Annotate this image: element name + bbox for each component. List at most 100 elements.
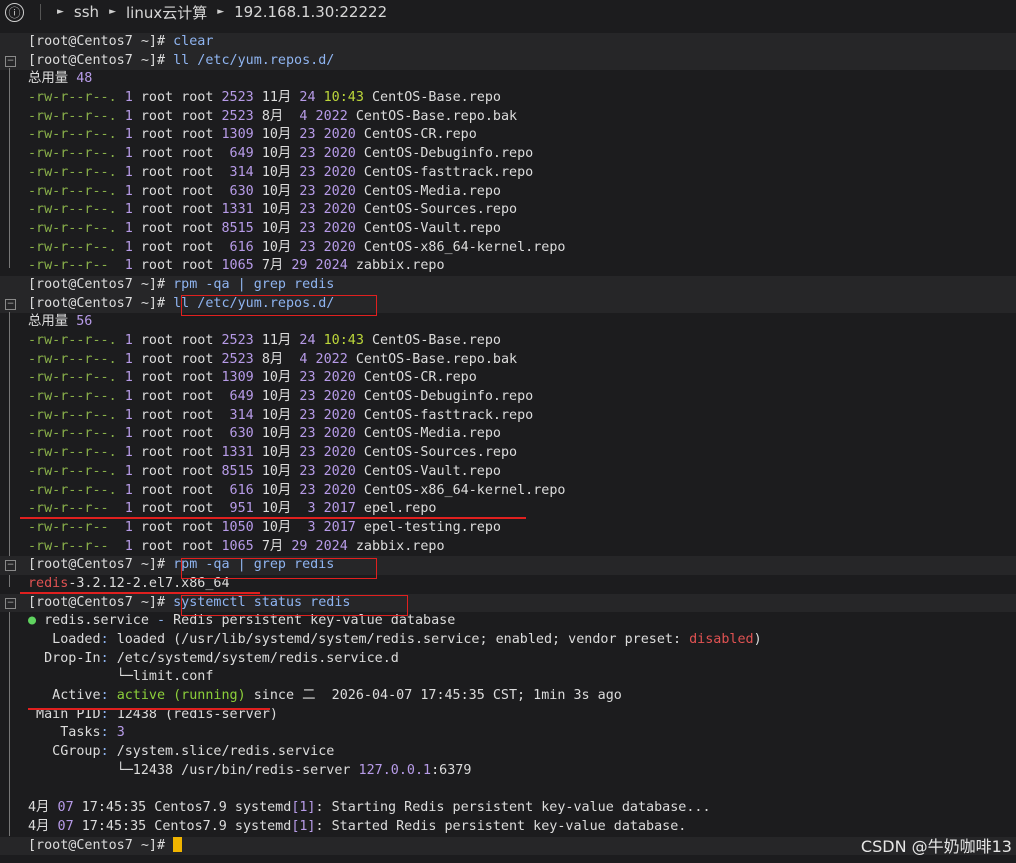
colon: : bbox=[100, 744, 117, 760]
info-icon[interactable]: ⓘ bbox=[5, 2, 24, 22]
file-owner: root bbox=[140, 108, 174, 124]
file-owner: root bbox=[140, 519, 174, 535]
file-permissions: -rw-r--r--. bbox=[28, 90, 117, 106]
file-owner: root bbox=[140, 90, 174, 106]
status-value: loaded (/usr/lib/systemd/system/redis.se… bbox=[116, 632, 690, 647]
output-line: -rw-r--r--. 1 root root 616 10月 23 2020 … bbox=[0, 482, 1016, 501]
output-line bbox=[0, 781, 1016, 800]
file-owner: root bbox=[140, 146, 174, 162]
file-month: 10月 bbox=[261, 370, 292, 386]
fold-bar bbox=[9, 312, 10, 556]
breadcrumb-arrow-icon: ► bbox=[217, 7, 225, 17]
file-permissions: -rw-r--r--. bbox=[28, 407, 117, 423]
file-size: 1309 bbox=[221, 127, 254, 143]
log-day: 07 bbox=[49, 800, 74, 816]
file-month: 10月 bbox=[261, 146, 292, 162]
terminal-output[interactable]: [root@Centos7 ~]# clear − [root@Centos7 ~]… bbox=[0, 33, 1016, 856]
file-day: 29 bbox=[291, 258, 308, 274]
grep-match: redis bbox=[28, 575, 69, 591]
file-permissions: -rw-r--r--. bbox=[28, 239, 117, 255]
plain-text: └─limit.conf bbox=[28, 669, 214, 685]
file-links: 1 bbox=[124, 463, 133, 479]
file-day: 23 bbox=[299, 370, 316, 386]
file-group: root bbox=[181, 519, 214, 535]
file-group: root bbox=[181, 146, 214, 162]
log-source: 17:45:35 Centos7.9 systemd bbox=[73, 818, 292, 834]
file-group: root bbox=[181, 501, 214, 517]
collapse-icon[interactable]: − bbox=[5, 597, 16, 609]
command-text: systemctl status redis bbox=[173, 594, 351, 610]
file-permissions: -rw-r--r--. bbox=[28, 220, 117, 236]
unit-description: Redis persistent key-value database bbox=[173, 613, 456, 629]
output-line: -rw-r--r--. 1 root root 2523 11月 24 10:4… bbox=[0, 89, 1016, 108]
fold-bar bbox=[9, 575, 10, 587]
file-name: zabbix.repo bbox=[355, 258, 445, 274]
file-owner: root bbox=[140, 370, 174, 386]
highlight-underline-epel bbox=[20, 517, 526, 519]
total-label: 总用量 bbox=[28, 71, 69, 87]
file-day: 23 bbox=[299, 183, 316, 199]
output-line: -rw-r--r--. 1 root root 2523 11月 24 10:4… bbox=[0, 332, 1016, 351]
file-group: root bbox=[181, 202, 214, 218]
breadcrumb-host[interactable]: 192.168.1.30:22222 bbox=[234, 3, 387, 21]
collapse-icon[interactable]: − bbox=[5, 560, 16, 572]
titlebar-separator bbox=[40, 4, 41, 20]
prompt-line: [root@Centos7 ~]# rpm -qa | grep redis bbox=[0, 275, 1016, 295]
file-links: 1 bbox=[124, 146, 133, 162]
file-size: 951 bbox=[221, 501, 254, 517]
breadcrumb-group[interactable]: linux云计算 bbox=[126, 2, 207, 23]
breadcrumb-ssh[interactable]: ssh bbox=[74, 3, 99, 21]
file-time: 2022 bbox=[315, 351, 348, 367]
prompt-line: [root@Centos7 ~]# clear bbox=[0, 33, 1016, 52]
collapse-icon[interactable]: − bbox=[5, 55, 16, 67]
collapse-icon[interactable]: − bbox=[5, 298, 16, 310]
file-links: 1 bbox=[124, 333, 133, 348]
output-line: -rw-r--r--. 1 root root 616 10月 23 2020 … bbox=[0, 239, 1016, 258]
file-name: CentOS-Base.repo.bak bbox=[355, 351, 518, 367]
output-line: -rw-r--r--. 1 root root 2523 8月 4 2022 C… bbox=[0, 108, 1016, 127]
file-size: 314 bbox=[221, 164, 254, 180]
file-month: 8月 bbox=[261, 351, 284, 367]
file-owner: root bbox=[140, 183, 174, 199]
output-line: └─12438 /usr/bin/redis-server 127.0.0.1:… bbox=[0, 762, 1016, 781]
file-links: 1 bbox=[124, 90, 133, 106]
file-owner: root bbox=[140, 239, 174, 255]
prompt-text: [root@Centos7 ~]# bbox=[28, 52, 166, 68]
file-group: root bbox=[181, 90, 214, 106]
file-permissions: -rw-r--r--. bbox=[28, 108, 117, 124]
file-permissions: -rw-r--r--. bbox=[28, 333, 117, 348]
file-permissions: -rw-r--r--. bbox=[28, 164, 117, 180]
file-time: 2024 bbox=[315, 538, 348, 554]
file-month: 10月 bbox=[261, 164, 292, 180]
file-month: 10月 bbox=[261, 501, 292, 517]
file-group: root bbox=[181, 258, 214, 274]
